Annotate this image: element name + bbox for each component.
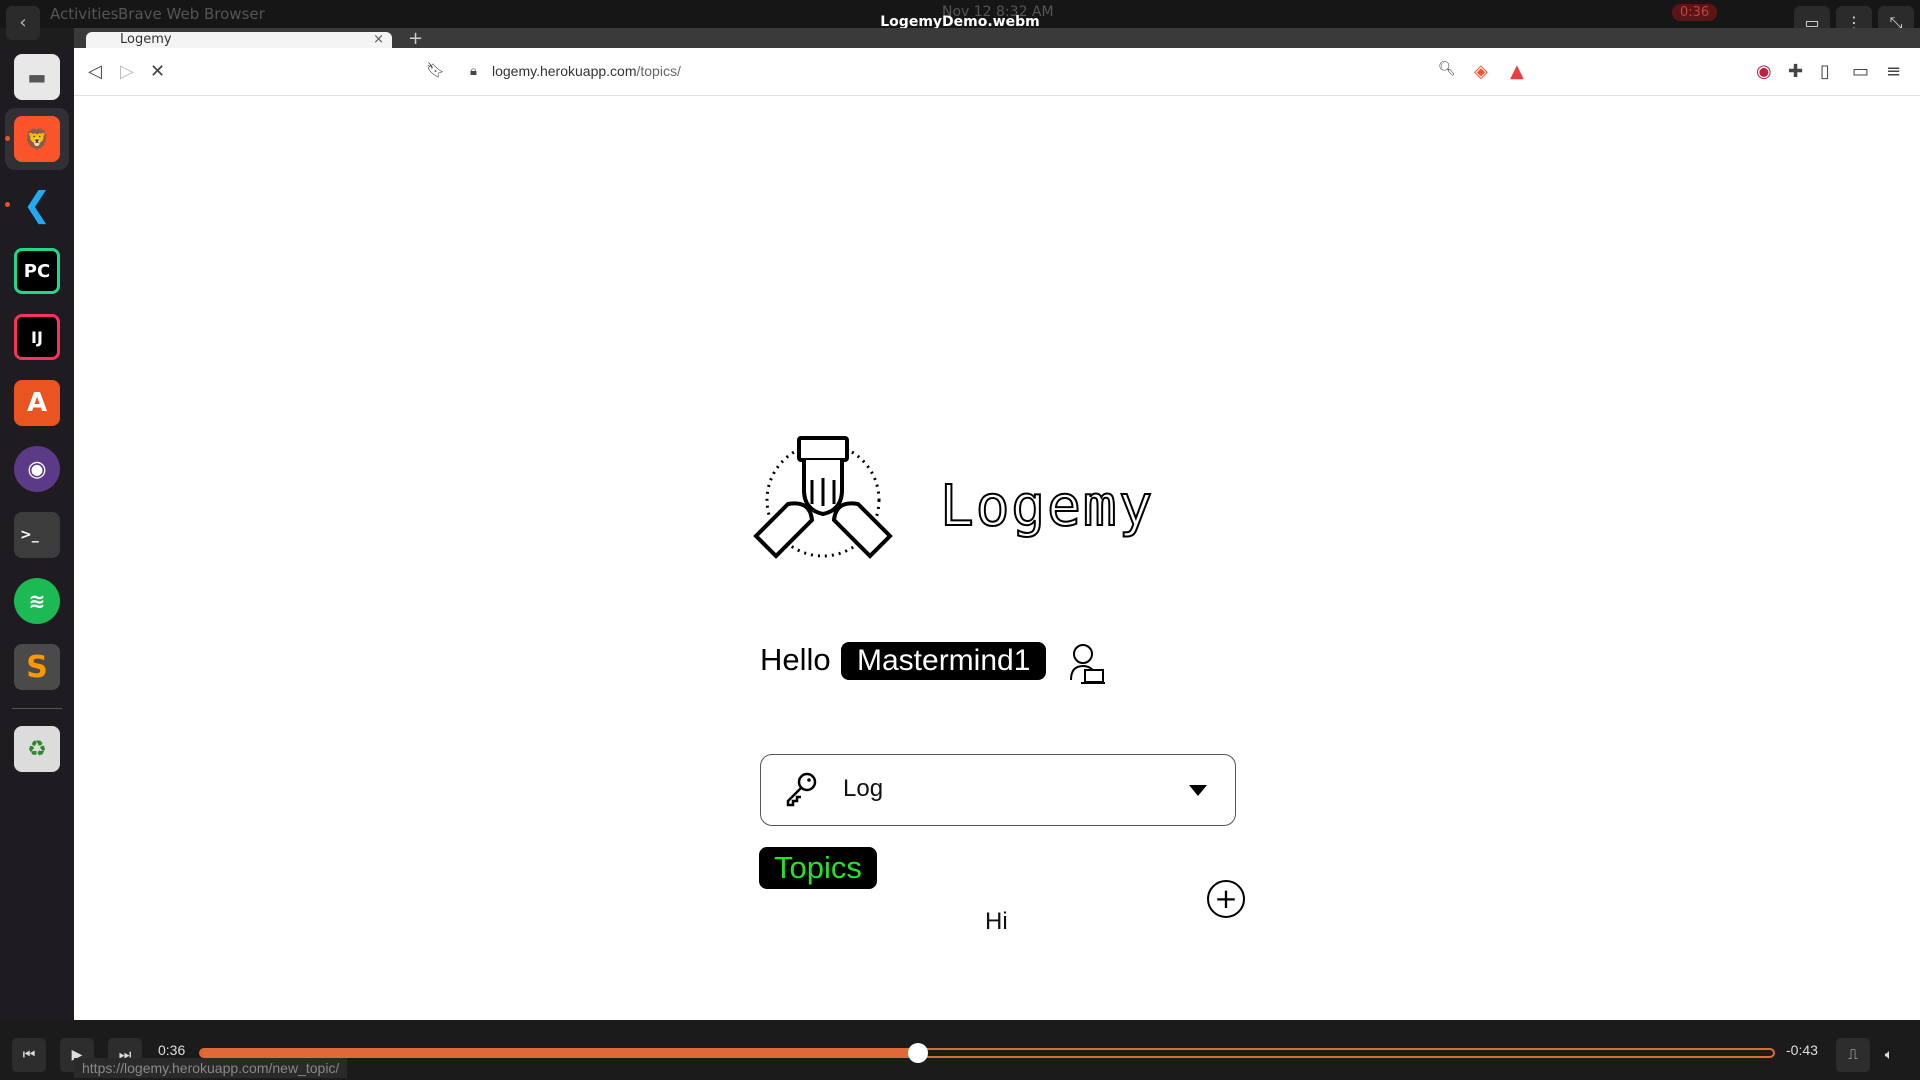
back-icon[interactable]: ◁ (88, 61, 102, 82)
seek-handle[interactable] (907, 1043, 928, 1063)
tab-bar: Logemy × + (74, 28, 1920, 49)
brand-name: Logemy (939, 473, 1155, 540)
web-page: Logemy Hello Mastermind1 Log Topics + Hi (74, 96, 1920, 1020)
spotify-icon[interactable]: ≋ (14, 578, 60, 624)
browser-toolbar: ◁ ▷ ✕ 🔖︎ 🔒︎ logemy.herokuapp.com/topics/… (74, 48, 1920, 96)
sublime-text-icon[interactable]: S (14, 644, 60, 690)
terminal-icon[interactable]: >_ (14, 512, 60, 558)
zoom-icon[interactable]: 🔍︎ (1438, 61, 1456, 77)
skip-back-icon[interactable]: ⏮ (12, 1038, 46, 1072)
user-laptop-icon (1070, 644, 1105, 684)
topic-item[interactable]: Hi (985, 908, 1008, 936)
elapsed-time: 0:36 (158, 1042, 186, 1058)
topics-heading: Topics (759, 847, 877, 889)
remaining-time: -0:43 (1786, 1042, 1818, 1058)
screen: ‹ Activities Brave Web Browser Nov 12 8:… (0, 0, 1920, 1080)
bookmark-icon[interactable]: 🔖︎ (426, 61, 445, 79)
dock-separator (12, 708, 62, 709)
username-badge: Mastermind1 (841, 642, 1047, 680)
files-icon[interactable]: ▬ (14, 54, 60, 100)
brave-rewards-icon[interactable]: ▲ (1510, 61, 1524, 82)
browser-tab[interactable]: Logemy × (86, 32, 392, 48)
intellij-icon[interactable]: IJ (14, 314, 60, 360)
new-tab-icon[interactable]: + (408, 28, 423, 49)
recording-indicator: 0:36 (1672, 4, 1718, 21)
dropdown-caret-icon[interactable] (1189, 785, 1207, 796)
running-dot (5, 202, 10, 207)
sidebar-icon[interactable]: ▯ (1820, 61, 1830, 82)
brave-browser-icon[interactable]: 🦁 (14, 116, 60, 162)
lock-icon: 🔒︎ (470, 64, 477, 79)
trash-icon[interactable]: ♻ (14, 726, 60, 772)
stop-loading-icon[interactable]: ✕ (150, 61, 165, 82)
subtitle-track-icon[interactable]: ⎍ (1836, 1038, 1870, 1072)
volume-icon[interactable]: 🔈︎ (1872, 1038, 1906, 1072)
dropdown-value: Log (843, 775, 884, 802)
close-tab-icon[interactable]: × (373, 32, 384, 48)
url-text: logemy.herokuapp.com/topics/ (492, 63, 681, 79)
brave-shields-icon[interactable]: ◈ (1474, 61, 1488, 82)
forward-icon[interactable]: ▷ (120, 61, 134, 82)
wallet-icon[interactable]: ▭ (1852, 61, 1869, 82)
teamwork-hands-logo-icon (753, 436, 893, 559)
key-icon (786, 772, 817, 807)
tab-title: Logemy (120, 32, 172, 47)
running-dot (5, 136, 10, 141)
seek-bar[interactable] (199, 1043, 1775, 1063)
log-dropdown[interactable]: Log (760, 754, 1236, 826)
pycharm-icon[interactable]: PC (14, 248, 60, 294)
github-icon[interactable]: ◉ (14, 446, 60, 492)
top-bar: ‹ Activities Brave Web Browser Nov 12 8:… (0, 0, 1920, 40)
browser-menu-icon[interactable]: ≡ (1886, 61, 1901, 82)
seek-progress (201, 1050, 918, 1056)
software-store-icon[interactable]: A (14, 380, 60, 426)
dock: ▬ 🦁 ❮ PC IJ A ◉ >_ ≋ S ♻ (0, 46, 74, 1020)
greeting: Hello (760, 642, 831, 677)
address-bar[interactable]: 🔒︎ logemy.herokuapp.com/topics/ (456, 56, 1536, 88)
media-icon[interactable]: ◉ (1756, 61, 1772, 82)
link-status-bar: https://logemy.herokuapp.com/new_topic/ (74, 1058, 348, 1078)
add-topic-button[interactable]: + (1207, 880, 1245, 918)
extensions-icon[interactable]: ✚ (1788, 61, 1803, 82)
vscode-icon[interactable]: ❮ (14, 182, 60, 228)
